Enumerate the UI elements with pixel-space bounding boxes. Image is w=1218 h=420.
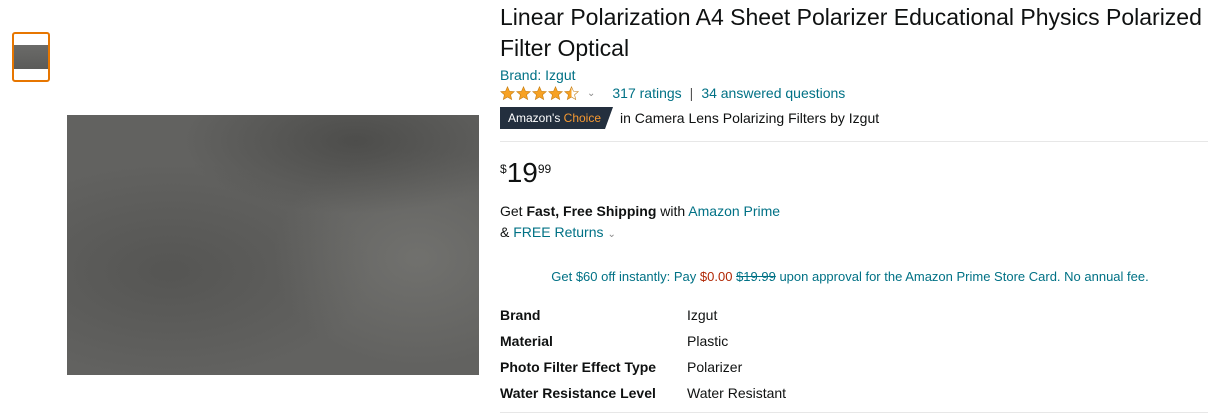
table-row: Photo Filter Effect Type Polarizer <box>500 354 786 380</box>
promo-pay: $0.00 <box>699 269 733 284</box>
spec-key: Water Resistance Level <box>500 385 656 401</box>
shipping-get: Get <box>500 203 527 219</box>
choice-category-text: in Camera Lens Polarizing Filters by Izg… <box>620 110 880 126</box>
star-rating-icon[interactable] <box>500 85 579 101</box>
spec-key: Photo Filter Effect Type <box>500 359 657 375</box>
product-details: Linear Polarization A4 Sheet Polarizer E… <box>500 0 1208 413</box>
divider <box>500 412 1208 413</box>
chevron-down-icon[interactable]: ⌄ <box>587 88 595 99</box>
product-specs-table: Brand Izgut Material Plastic Photo Filter … <box>500 302 786 406</box>
half-star-icon <box>564 85 579 100</box>
promo-post: upon approval for the Amazon Prime Store… <box>775 269 1149 284</box>
table-row: Brand Izgut <box>500 302 786 328</box>
ratings-count-link[interactable]: 317 ratings <box>612 85 681 101</box>
star-icon <box>548 85 563 100</box>
spec-value: Water Resistant <box>687 385 787 401</box>
table-row: Water Resistance Level Water Resistant <box>500 380 786 406</box>
shipping-info: Get Fast, Free Shipping with Amazon Prim… <box>500 201 1208 245</box>
product-title: Linear Polarization A4 Sheet Polarizer E… <box>500 4 1202 61</box>
price-whole: 19 <box>506 157 538 188</box>
prime-card-promo[interactable]: Get $60 off instantly: Pay $0.00 $19.99 … <box>500 269 1200 284</box>
shipping-amp: & <box>500 224 514 240</box>
star-icon <box>516 85 531 100</box>
amazons-choice-badge[interactable]: Amazon's Choice <box>500 107 613 129</box>
brand-link[interactable]: Brand: Izgut <box>500 67 1208 83</box>
main-product-image[interactable] <box>67 115 479 375</box>
thumbnail-image[interactable] <box>12 32 50 82</box>
rating-row: ⌄ 317 ratings | 34 answered questions <box>500 85 1208 101</box>
answered-questions-link[interactable]: 34 answered questions <box>701 85 845 101</box>
price-fraction: 99 <box>537 162 552 176</box>
badge-suffix: Choice <box>563 111 602 125</box>
spec-key: Material <box>500 333 553 349</box>
price-symbol: $ <box>500 162 507 176</box>
shipping-with: with <box>656 203 689 219</box>
thumbnail-preview <box>14 45 48 69</box>
table-row: Material Plastic <box>500 328 786 354</box>
spec-key: Brand <box>500 307 541 323</box>
promo-original-price: $19.99 <box>736 269 776 284</box>
star-icon <box>500 85 515 100</box>
badge-prefix: Amazon's <box>508 111 561 125</box>
star-icon <box>532 85 547 100</box>
promo-pre: Get $60 off instantly: Pay <box>551 269 700 284</box>
spec-value: Izgut <box>687 307 718 323</box>
shipping-bold: Fast, Free Shipping <box>526 203 657 219</box>
separator: | <box>689 85 694 101</box>
divider <box>500 141 1208 142</box>
spec-value: Polarizer <box>687 359 743 375</box>
chevron-down-icon[interactable]: ⌄ <box>607 229 615 240</box>
amazons-choice-row: Amazon's Choice in Camera Lens Polarizin… <box>500 107 1208 129</box>
price: $ 19 99 <box>500 158 1208 188</box>
spec-value: Plastic <box>687 333 729 349</box>
free-returns-link[interactable]: FREE Returns <box>513 224 603 240</box>
amazon-prime-link[interactable]: Amazon Prime <box>688 203 780 219</box>
